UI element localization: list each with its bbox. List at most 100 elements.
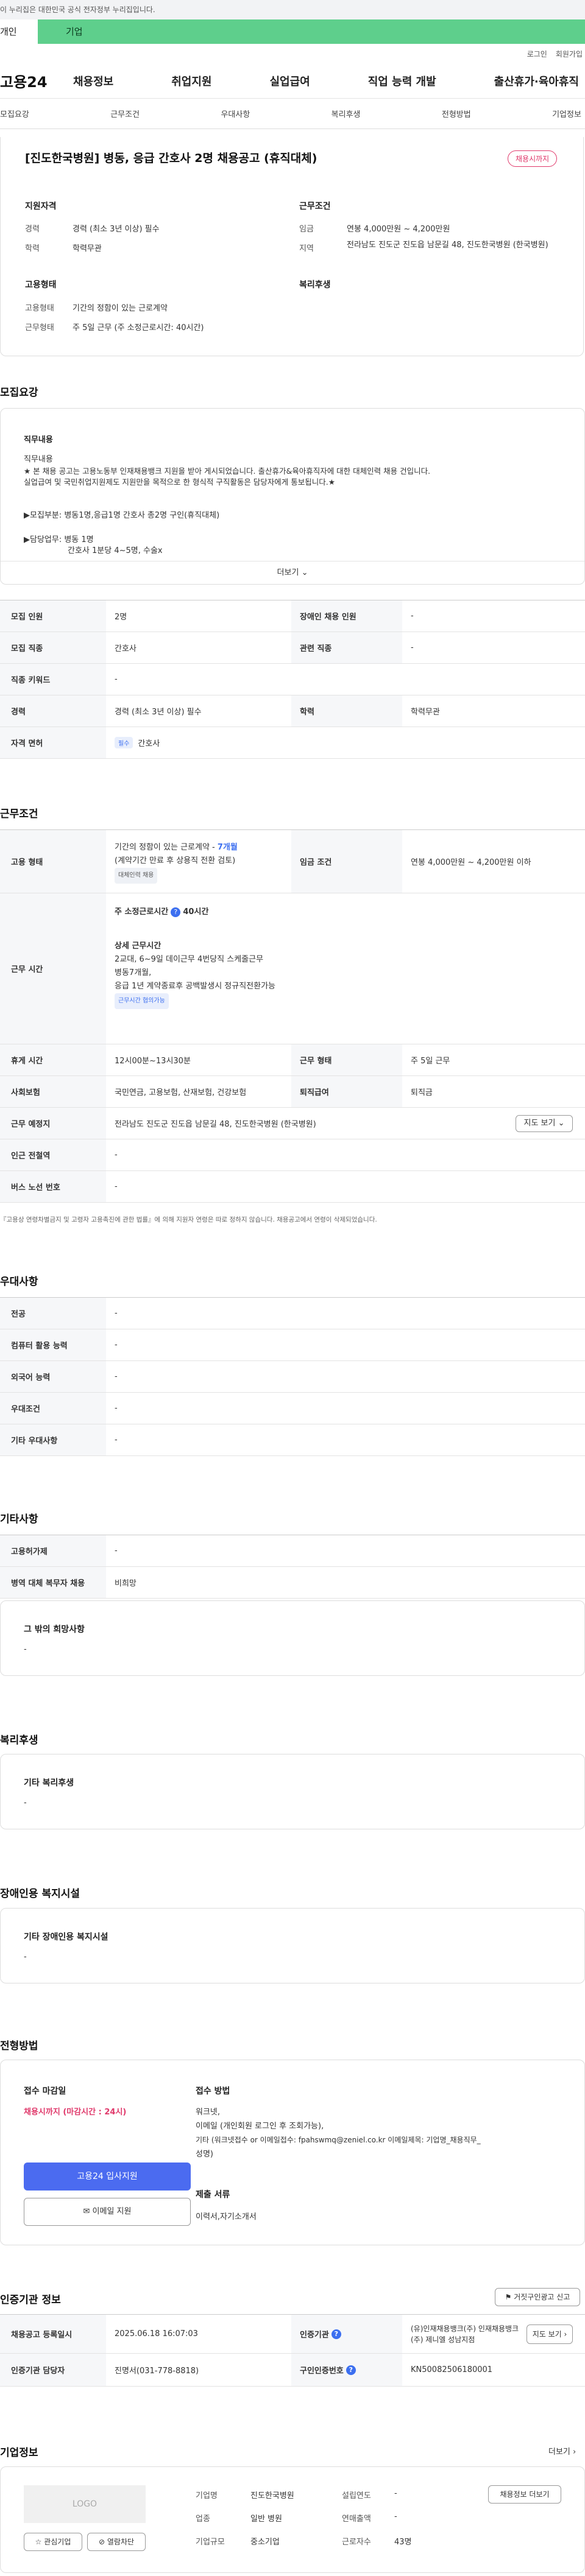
table-row: 전공 - [0,1298,585,1329]
cond-heading: 근무조건 [299,202,331,211]
job-desc-label: 직무내용 [24,435,53,445]
region-label: 지역 [299,244,314,253]
job-desc-line-2: ★ 본 채용 공고는 고용노동부 인재채용뱅크 지원을 받아 게시되었습니다. … [24,466,431,476]
block-label: 열람차단 [107,2538,135,2546]
table-row: 직종 키워드 - [0,664,585,695]
cert-table: 채용공고 등록일시 2025.06.18 16:07:03 인증기관? (유)인… [0,2314,585,2387]
gnb-unemployment-benefit[interactable]: 실업급여 [270,73,310,89]
work-form-cell-value: 주 5일 근무 [411,1057,450,1066]
report-button-label: 거짓구인광고 신고 [514,2293,570,2301]
company-name-label: 기업명 [196,2491,218,2500]
company-name-value: 진도한국병원 [250,2491,294,2500]
gnb-parental-leave[interactable]: 출산휴가·육아휴직 [494,73,579,89]
company-jobs-label: 채용정보 더보기 [500,2490,550,2499]
chevron-right-icon: › [573,2448,576,2457]
job-desc-line-1: 직무내용 [24,455,53,464]
license-label: 자격 면허 [0,727,106,758]
region-value: 전라남도 진도군 진도읍 남문길 48, 진도한국병원 (한국병원) [347,241,548,250]
job-type-label: 모집 직종 [0,632,106,663]
more-toggle[interactable]: 더보기 ⌄ [1,561,584,584]
interest-company-button[interactable]: ☆ 관심기업 [24,2533,82,2551]
section-nav-recruit[interactable]: 모집요강 [0,108,29,119]
other-wishes-box: 그 밖의 희망사항 - [0,1600,585,1676]
method-line-2: 이메일 (개인회원 로그인 후 조회가능), [196,2122,324,2131]
work-form-value: 주 5일 근무 (주 소정근로시간: 40시간) [73,323,204,333]
welfare-box: 기타 복리후생 - [0,1754,585,1829]
etc-table: 고용허가제 - 병역 대체 복무자 채용 비희망 [0,1535,585,1599]
more-toggle-label: 더보기 [277,568,299,577]
docs-label: 제출 서류 [196,2190,230,2200]
major-value: - [115,1309,118,1318]
section-nav: 모집요강 근무조건 우대사항 복리후생 전형방법 기업정보 [0,99,585,129]
docs-value: 이력서,자기소개서 [196,2212,257,2222]
employees-value: 43명 [394,2538,412,2547]
break-value: 12시00분~13시30분 [115,1057,191,1066]
tab-personal[interactable]: 개인 [0,19,38,44]
report-fake-ad-button[interactable]: ⚑ 거짓구인광고 신고 [495,2288,580,2306]
retirement-label: 퇴직급여 [291,1076,402,1107]
work-form-cell-label: 근무 형태 [291,1044,402,1075]
company-jobs-button[interactable]: 채용정보 더보기 [488,2485,561,2504]
other-wishes-value: - [24,1645,27,1654]
email-apply-button[interactable]: ✉ 이메일 지원 [24,2198,191,2226]
education-label: 학력 [25,244,40,253]
company-more-label: 더보기 [548,2448,570,2457]
work-time-hours: 40시간 [183,907,209,917]
permit-value: - [115,1546,118,1555]
section-nav-preference[interactable]: 우대사항 [221,108,250,119]
gnb-jobs[interactable]: 채용정보 [73,73,113,89]
company-heading: 기업정보 [0,2447,38,2459]
selection-box: 접수 마감일 채용시까지 (마감시간 : 24시) 고용24 입사지원 ✉ 이메… [0,2060,585,2245]
career-label: 경력 [0,695,106,727]
emp-form-label: 고용 형태 [0,830,106,893]
pref-etc-label: 기타 우대사항 [0,1424,106,1455]
apply-button[interactable]: 고용24 입사지원 [24,2163,191,2191]
signup-link[interactable]: 회원가입 [556,49,583,59]
table-row: 사회보험 국민연금, 고용보험, 산재보험, 건강보험 퇴직급여 퇴직금 [0,1076,585,1108]
company-more-link[interactable]: 더보기 › [548,2445,576,2457]
welfare-section-heading: 복리후생 [0,1734,38,1747]
agency-label: 인증기관 [300,2331,329,2340]
agency-map-button[interactable]: 지도 보기 › [526,2324,573,2344]
career-value: 경력 (최소 3년 이상) 필수 [115,708,202,717]
table-row: 모집 인원 2명 장애인 채용 인원 - [0,600,585,632]
info-icon[interactable]: ? [171,907,181,917]
welfare-box-value: - [24,1798,27,1807]
status-badge: 채용시까지 [508,150,558,167]
job-title: [진도한국병원] 병동, 응급 간호사 2명 채용공고 (휴직대체) [25,152,317,165]
info-icon[interactable]: ? [331,2329,341,2339]
site-logo[interactable]: 고용24 [0,70,73,91]
section-nav-conditions[interactable]: 근무조건 [110,108,140,119]
gov-banner: 이 누리집은 대한민국 공식 전자정부 누리집입니다. [0,0,585,19]
login-link[interactable]: 로그인 [527,49,547,59]
table-row: 고용 형태 기간의 정함이 있는 근로계약 - 7개월 (계약기간 만료 후 상… [0,830,585,893]
industry-label: 업종 [196,2514,210,2524]
section-nav-company[interactable]: 기업정보 [552,108,581,119]
age-note: 『고용상 연령차별금지 및 고령자 고용촉진에 관한 법률』에 의해 지원자 연… [0,1216,377,1223]
info-icon[interactable]: ? [346,2365,356,2375]
welfare-heading: 복리후생 [299,280,331,290]
wage-value: 연봉 4,000만원 ~ 4,200만원 [347,225,450,234]
block-view-button[interactable]: ⊘ 열람차단 [87,2533,146,2551]
map-button[interactable]: 지도 보기 ⌄ [516,1115,573,1132]
detail-line-3: 응급 1년 계약종료후 공백발생시 정규직전환가능 [115,982,276,991]
disabled-box-value: - [24,1952,27,1962]
chevron-down-icon: ⌄ [558,1119,565,1128]
other-wishes-heading: 그 밖의 희망사항 [24,1625,85,1635]
gnb-vocational-training[interactable]: 직업 능력 개발 [368,73,436,89]
computer-label: 컴퓨터 활용 능력 [0,1329,106,1360]
interest-label: 관심기업 [44,2538,71,2546]
welfare-box-heading: 기타 복리후생 [24,1778,74,1788]
gnb-employment-support[interactable]: 취업지원 [171,73,211,89]
wage-cond-value: 연봉 4,000만원 ~ 4,200만원 이하 [411,858,531,867]
section-nav-welfare[interactable]: 복리후생 [332,108,361,119]
deadline-value: 채용시까지 (마감시간 : 24시) [24,2108,127,2117]
recruit-count-value: 2명 [115,613,127,622]
workplace-label: 근무 예정지 [0,1108,106,1139]
tab-company[interactable]: 기업 [38,19,585,44]
table-row: 자격 면허 필수 간호사 [0,727,585,759]
section-nav-selection[interactable]: 전형방법 [442,108,471,119]
pref-table: 전공 - 컴퓨터 활용 능력 - 외국어 능력 - 우대조건 - 기타 우대사항 - [0,1297,585,1456]
insurance-label: 사회보험 [0,1076,106,1107]
qual-heading: 지원자격 [25,202,57,211]
